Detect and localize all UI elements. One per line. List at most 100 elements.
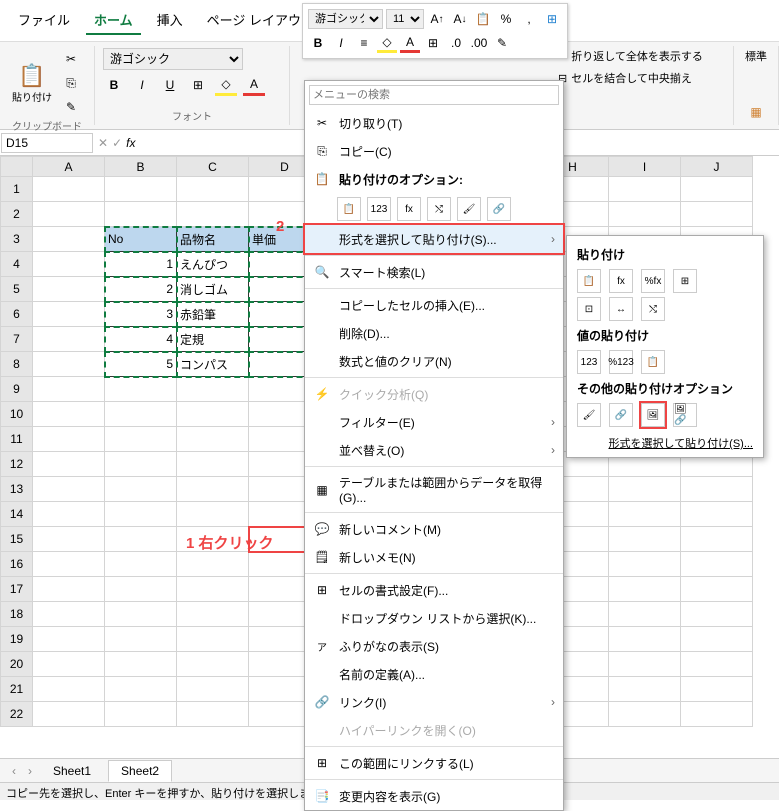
- cell-no[interactable]: 2: [105, 277, 177, 302]
- col-J[interactable]: J: [681, 157, 753, 177]
- copy-icon[interactable]: ⎘: [60, 72, 82, 94]
- row-4[interactable]: 4: [1, 252, 33, 277]
- cancel-icon[interactable]: ✕: [98, 136, 108, 150]
- row-13[interactable]: 13: [1, 477, 33, 502]
- cell-no[interactable]: 5: [105, 352, 177, 377]
- cell-name[interactable]: えんぴつ: [177, 252, 249, 277]
- row-7[interactable]: 7: [1, 327, 33, 352]
- sheet-tab-1[interactable]: Sheet1: [40, 760, 104, 782]
- col-B[interactable]: B: [105, 157, 177, 177]
- ctx-get-data[interactable]: ▦テーブルまたは範囲からデータを取得(G)...: [305, 469, 563, 510]
- select-all-corner[interactable]: [1, 157, 33, 177]
- paste-keep-border-icon[interactable]: ⊞: [673, 269, 697, 293]
- paste-all-icon[interactable]: 📋: [577, 269, 601, 293]
- row-12[interactable]: 12: [1, 452, 33, 477]
- cell-no[interactable]: 3: [105, 302, 177, 327]
- paste-formulas-icon[interactable]: fx: [397, 197, 421, 221]
- col-C[interactable]: C: [177, 157, 249, 177]
- row-6[interactable]: 6: [1, 302, 33, 327]
- tab-file[interactable]: ファイル: [10, 6, 78, 35]
- font-color-icon[interactable]: A: [243, 74, 265, 96]
- border-icon[interactable]: ⊞: [187, 74, 209, 96]
- paste-transpose-icon[interactable]: ⤭: [641, 297, 665, 321]
- paste-formulas-num-icon[interactable]: %fx: [641, 269, 665, 293]
- paste-values-icon[interactable]: 123: [367, 197, 391, 221]
- row-14[interactable]: 14: [1, 502, 33, 527]
- row-18[interactable]: 18: [1, 602, 33, 627]
- row-3[interactable]: 3: [1, 227, 33, 252]
- row-2[interactable]: 2: [1, 202, 33, 227]
- mini-size-select[interactable]: 11: [386, 9, 424, 29]
- paste-col-width-icon[interactable]: ↔: [609, 297, 633, 321]
- ctx-filter[interactable]: フィルター(E)›: [305, 408, 563, 436]
- merge-center-button[interactable]: セルを結合して中央揃え: [571, 70, 692, 86]
- sub-paste-special-link[interactable]: 形式を選択して貼り付け(S)...: [577, 429, 753, 451]
- paste-no-border-icon[interactable]: ⊡: [577, 297, 601, 321]
- row-5[interactable]: 5: [1, 277, 33, 302]
- ctx-define-name[interactable]: 名前の定義(A)...: [305, 660, 563, 688]
- row-10[interactable]: 10: [1, 402, 33, 427]
- paste-linked-picture-icon[interactable]: 🖼🔗: [673, 403, 697, 427]
- ctx-delete[interactable]: 削除(D)...: [305, 319, 563, 347]
- sheet-prev-icon[interactable]: ‹: [8, 764, 20, 778]
- paste-values-num-icon[interactable]: %123: [609, 350, 633, 374]
- paste-formulas-icon[interactable]: fx: [609, 269, 633, 293]
- accounting-icon[interactable]: 📋: [473, 9, 493, 29]
- ctx-new-comment[interactable]: 💬新しいコメント(M): [305, 515, 563, 543]
- sheet-next-icon[interactable]: ›: [24, 764, 36, 778]
- ctx-show-changes[interactable]: 📑変更内容を表示(G): [305, 782, 563, 810]
- paste-values-icon[interactable]: 123: [577, 350, 601, 374]
- fill-color-icon[interactable]: ◇: [215, 74, 237, 96]
- menu-search-input[interactable]: [309, 85, 559, 105]
- ctx-link[interactable]: 🔗リンク(I)›: [305, 688, 563, 716]
- comma-icon[interactable]: ,: [519, 9, 539, 29]
- ctx-link-range[interactable]: ⊞この範囲にリンクする(L): [305, 749, 563, 777]
- bold-icon[interactable]: B: [103, 74, 125, 96]
- row-20[interactable]: 20: [1, 652, 33, 677]
- row-16[interactable]: 16: [1, 552, 33, 577]
- paste-transpose-icon[interactable]: ⤭: [427, 197, 451, 221]
- paste-picture-icon[interactable]: 🖼: [641, 403, 665, 427]
- cut-icon[interactable]: ✂: [60, 48, 82, 70]
- row-17[interactable]: 17: [1, 577, 33, 602]
- row-15[interactable]: 15: [1, 527, 33, 552]
- tab-home[interactable]: ホーム: [86, 6, 141, 35]
- wrap-text-button[interactable]: 折り返して全体を表示する: [571, 48, 703, 64]
- enter-icon[interactable]: ✓: [112, 136, 122, 150]
- row-8[interactable]: 8: [1, 352, 33, 377]
- paste-formatting-icon[interactable]: 🖌: [457, 197, 481, 221]
- paste-formatting-icon[interactable]: 🖌: [577, 403, 601, 427]
- fx-icon[interactable]: fx: [126, 136, 135, 150]
- ctx-dropdown-list[interactable]: ドロップダウン リストから選択(K)...: [305, 604, 563, 632]
- ctx-cut[interactable]: ✂切り取り(T): [305, 109, 563, 137]
- italic-icon[interactable]: I: [331, 33, 351, 53]
- mini-font-select[interactable]: 游ゴシック: [308, 9, 383, 29]
- paste-all-icon[interactable]: 📋: [337, 197, 361, 221]
- ctx-smart-lookup[interactable]: 🔍スマート検索(L): [305, 258, 563, 286]
- percent-icon[interactable]: %: [496, 9, 516, 29]
- format-painter-icon[interactable]: ✎: [492, 33, 512, 53]
- paste-link-icon[interactable]: 🔗: [609, 403, 633, 427]
- sheet-tab-2[interactable]: Sheet2: [108, 760, 172, 782]
- ctx-sort[interactable]: 並べ替え(O)›: [305, 436, 563, 464]
- bold-icon[interactable]: B: [308, 33, 328, 53]
- font-select[interactable]: 游ゴシック: [103, 48, 243, 70]
- border-icon[interactable]: ⊞: [423, 33, 443, 53]
- format-painter-icon[interactable]: ✎: [60, 96, 82, 118]
- col-A[interactable]: A: [33, 157, 105, 177]
- col-I[interactable]: I: [609, 157, 681, 177]
- cell-no[interactable]: 4: [105, 327, 177, 352]
- row-21[interactable]: 21: [1, 677, 33, 702]
- paste-link-icon[interactable]: 🔗: [487, 197, 511, 221]
- paste-button[interactable]: 📋 貼り付け: [8, 61, 56, 106]
- font-color-icon[interactable]: A: [400, 33, 420, 53]
- decrease-font-icon[interactable]: A↓: [450, 9, 470, 29]
- format-icon[interactable]: ▦: [745, 101, 767, 123]
- cell-name[interactable]: 赤鉛筆: [177, 302, 249, 327]
- cell-no[interactable]: 1: [105, 252, 177, 277]
- italic-icon[interactable]: I: [131, 74, 153, 96]
- name-box[interactable]: [1, 133, 93, 153]
- underline-icon[interactable]: U: [159, 74, 181, 96]
- row-11[interactable]: 11: [1, 427, 33, 452]
- fill-color-icon[interactable]: ◇: [377, 33, 397, 53]
